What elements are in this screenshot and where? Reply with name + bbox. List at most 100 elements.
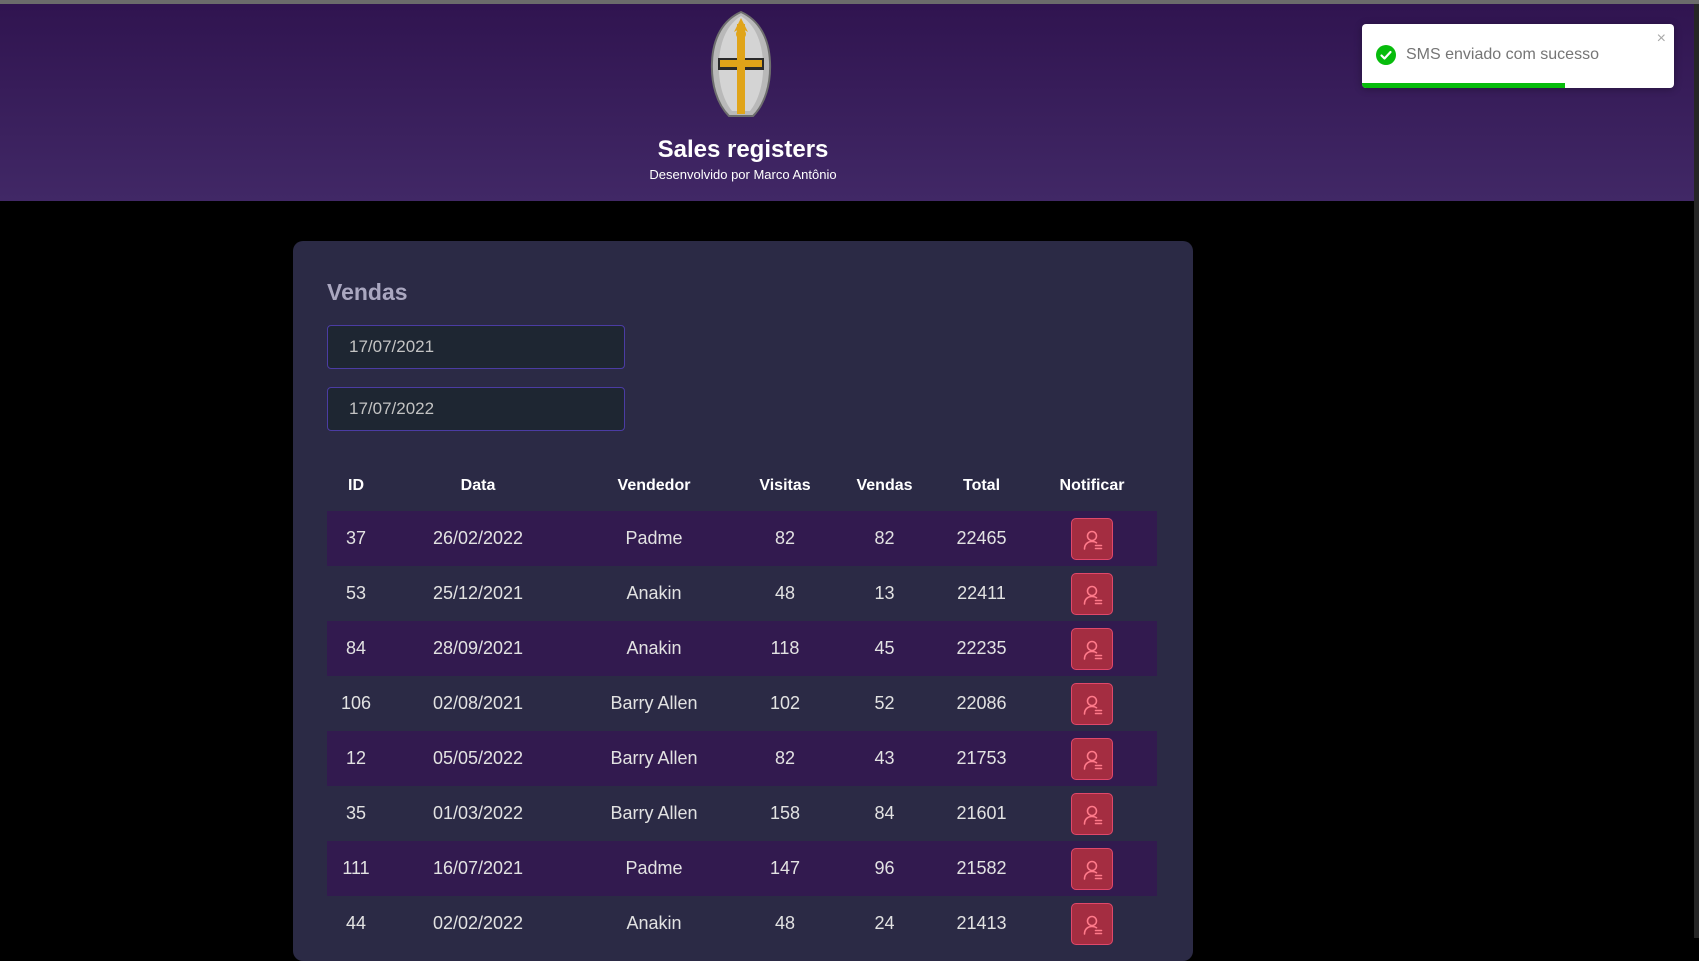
table-row: 37 26/02/2022 Padme 82 82 22465 bbox=[327, 511, 1157, 566]
cell-notify bbox=[1027, 786, 1157, 841]
toast-progress-bar bbox=[1362, 83, 1565, 88]
cell-total: 22465 bbox=[936, 511, 1027, 566]
cell-notify bbox=[1027, 676, 1157, 731]
cell-total: 22235 bbox=[936, 621, 1027, 676]
cell-notify bbox=[1027, 731, 1157, 786]
user-notify-icon bbox=[1083, 585, 1103, 605]
cell-sales: 82 bbox=[833, 511, 936, 566]
sales-card: Vendas ID Data Vendedor Visitas Vendas T… bbox=[293, 241, 1193, 961]
user-notify-icon bbox=[1083, 530, 1103, 550]
cell-visits: 102 bbox=[737, 676, 833, 731]
cell-total: 22411 bbox=[936, 566, 1027, 621]
cell-sales: 84 bbox=[833, 786, 936, 841]
cell-seller: Anakin bbox=[571, 566, 737, 621]
column-header-sales: Vendas bbox=[856, 477, 913, 494]
cell-total: 22086 bbox=[936, 676, 1027, 731]
column-header-visits: Visitas bbox=[759, 477, 811, 494]
cell-id: 35 bbox=[327, 786, 385, 841]
cell-sales: 43 bbox=[833, 731, 936, 786]
cell-seller: Anakin bbox=[571, 896, 737, 951]
cell-seller: Barry Allen bbox=[571, 786, 737, 841]
cell-id: 53 bbox=[327, 566, 385, 621]
notify-button[interactable] bbox=[1071, 792, 1113, 835]
table-row: 53 25/12/2021 Anakin 48 13 22411 bbox=[327, 566, 1157, 621]
notify-button[interactable] bbox=[1071, 902, 1113, 945]
sales-table: ID Data Vendedor Visitas Vendas Total No… bbox=[327, 461, 1157, 951]
page-scrollbar[interactable] bbox=[1694, 4, 1699, 938]
column-header-id: ID bbox=[348, 477, 364, 494]
table-row: 84 28/09/2021 Anakin 118 45 22235 bbox=[327, 621, 1157, 676]
cell-sales: 45 bbox=[833, 621, 936, 676]
card-title: Vendas bbox=[327, 279, 408, 305]
cell-notify bbox=[1027, 511, 1157, 566]
max-date-input[interactable] bbox=[327, 387, 625, 431]
cell-seller: Anakin bbox=[571, 621, 737, 676]
cell-notify bbox=[1027, 566, 1157, 621]
table-row: 35 01/03/2022 Barry Allen 158 84 21601 bbox=[327, 786, 1157, 841]
cell-date: 02/08/2021 bbox=[385, 676, 571, 731]
cell-sales: 52 bbox=[833, 676, 936, 731]
check-circle-icon bbox=[1376, 45, 1396, 65]
cell-id: 84 bbox=[327, 621, 385, 676]
column-header-date: Data bbox=[460, 477, 496, 494]
cell-visits: 82 bbox=[737, 731, 833, 786]
cell-seller: Padme bbox=[571, 511, 737, 566]
page-title: Sales registers bbox=[657, 136, 829, 163]
cell-sales: 24 bbox=[833, 896, 936, 951]
notify-button[interactable] bbox=[1071, 627, 1113, 670]
cell-visits: 147 bbox=[737, 841, 833, 896]
success-toast[interactable]: SMS enviado com sucesso × bbox=[1362, 24, 1674, 88]
cell-total: 21753 bbox=[936, 731, 1027, 786]
page-subtitle: Desenvolvido por Marco Antônio bbox=[649, 167, 837, 182]
column-header-seller: Vendedor bbox=[617, 477, 691, 494]
cell-seller: Padme bbox=[571, 841, 737, 896]
cell-total: 21413 bbox=[936, 896, 1027, 951]
cell-seller: Barry Allen bbox=[571, 676, 737, 731]
cell-id: 12 bbox=[327, 731, 385, 786]
table-row: 111 16/07/2021 Padme 147 96 21582 bbox=[327, 841, 1157, 896]
column-header-notify: Notificar bbox=[1059, 477, 1125, 494]
cell-id: 111 bbox=[327, 841, 385, 896]
cell-notify bbox=[1027, 841, 1157, 896]
knight-helmet-icon bbox=[710, 10, 772, 117]
table-header-row: ID Data Vendedor Visitas Vendas Total No… bbox=[327, 461, 1157, 511]
notify-button[interactable] bbox=[1071, 682, 1113, 725]
cell-date: 02/02/2022 bbox=[385, 896, 571, 951]
cell-date: 05/05/2022 bbox=[385, 731, 571, 786]
cell-date: 28/09/2021 bbox=[385, 621, 571, 676]
table-row: 12 05/05/2022 Barry Allen 82 43 21753 bbox=[327, 731, 1157, 786]
close-icon[interactable]: × bbox=[1657, 30, 1666, 48]
cell-date: 25/12/2021 bbox=[385, 566, 571, 621]
cell-sales: 96 bbox=[833, 841, 936, 896]
cell-visits: 118 bbox=[737, 621, 833, 676]
cell-id: 44 bbox=[327, 896, 385, 951]
cell-date: 01/03/2022 bbox=[385, 786, 571, 841]
user-notify-icon bbox=[1083, 695, 1103, 715]
user-notify-icon bbox=[1083, 860, 1103, 880]
cell-notify bbox=[1027, 621, 1157, 676]
cell-notify bbox=[1027, 896, 1157, 951]
cell-id: 106 bbox=[327, 676, 385, 731]
user-notify-icon bbox=[1083, 640, 1103, 660]
notify-button[interactable] bbox=[1071, 572, 1113, 615]
cell-visits: 82 bbox=[737, 511, 833, 566]
table-row: 44 02/02/2022 Anakin 48 24 21413 bbox=[327, 896, 1157, 951]
min-date-input[interactable] bbox=[327, 325, 625, 369]
cell-total: 21582 bbox=[936, 841, 1027, 896]
column-header-total: Total bbox=[962, 477, 1001, 494]
user-notify-icon bbox=[1083, 915, 1103, 935]
user-notify-icon bbox=[1083, 750, 1103, 770]
cell-visits: 48 bbox=[737, 566, 833, 621]
cell-total: 21601 bbox=[936, 786, 1027, 841]
cell-sales: 13 bbox=[833, 566, 936, 621]
cell-seller: Barry Allen bbox=[571, 731, 737, 786]
cell-id: 37 bbox=[327, 511, 385, 566]
cell-visits: 158 bbox=[737, 786, 833, 841]
notify-button[interactable] bbox=[1071, 737, 1113, 780]
user-notify-icon bbox=[1083, 805, 1103, 825]
notify-button[interactable] bbox=[1071, 517, 1113, 560]
cell-date: 16/07/2021 bbox=[385, 841, 571, 896]
toast-message: SMS enviado com sucesso bbox=[1406, 46, 1599, 63]
cell-visits: 48 bbox=[737, 896, 833, 951]
notify-button[interactable] bbox=[1071, 847, 1113, 890]
